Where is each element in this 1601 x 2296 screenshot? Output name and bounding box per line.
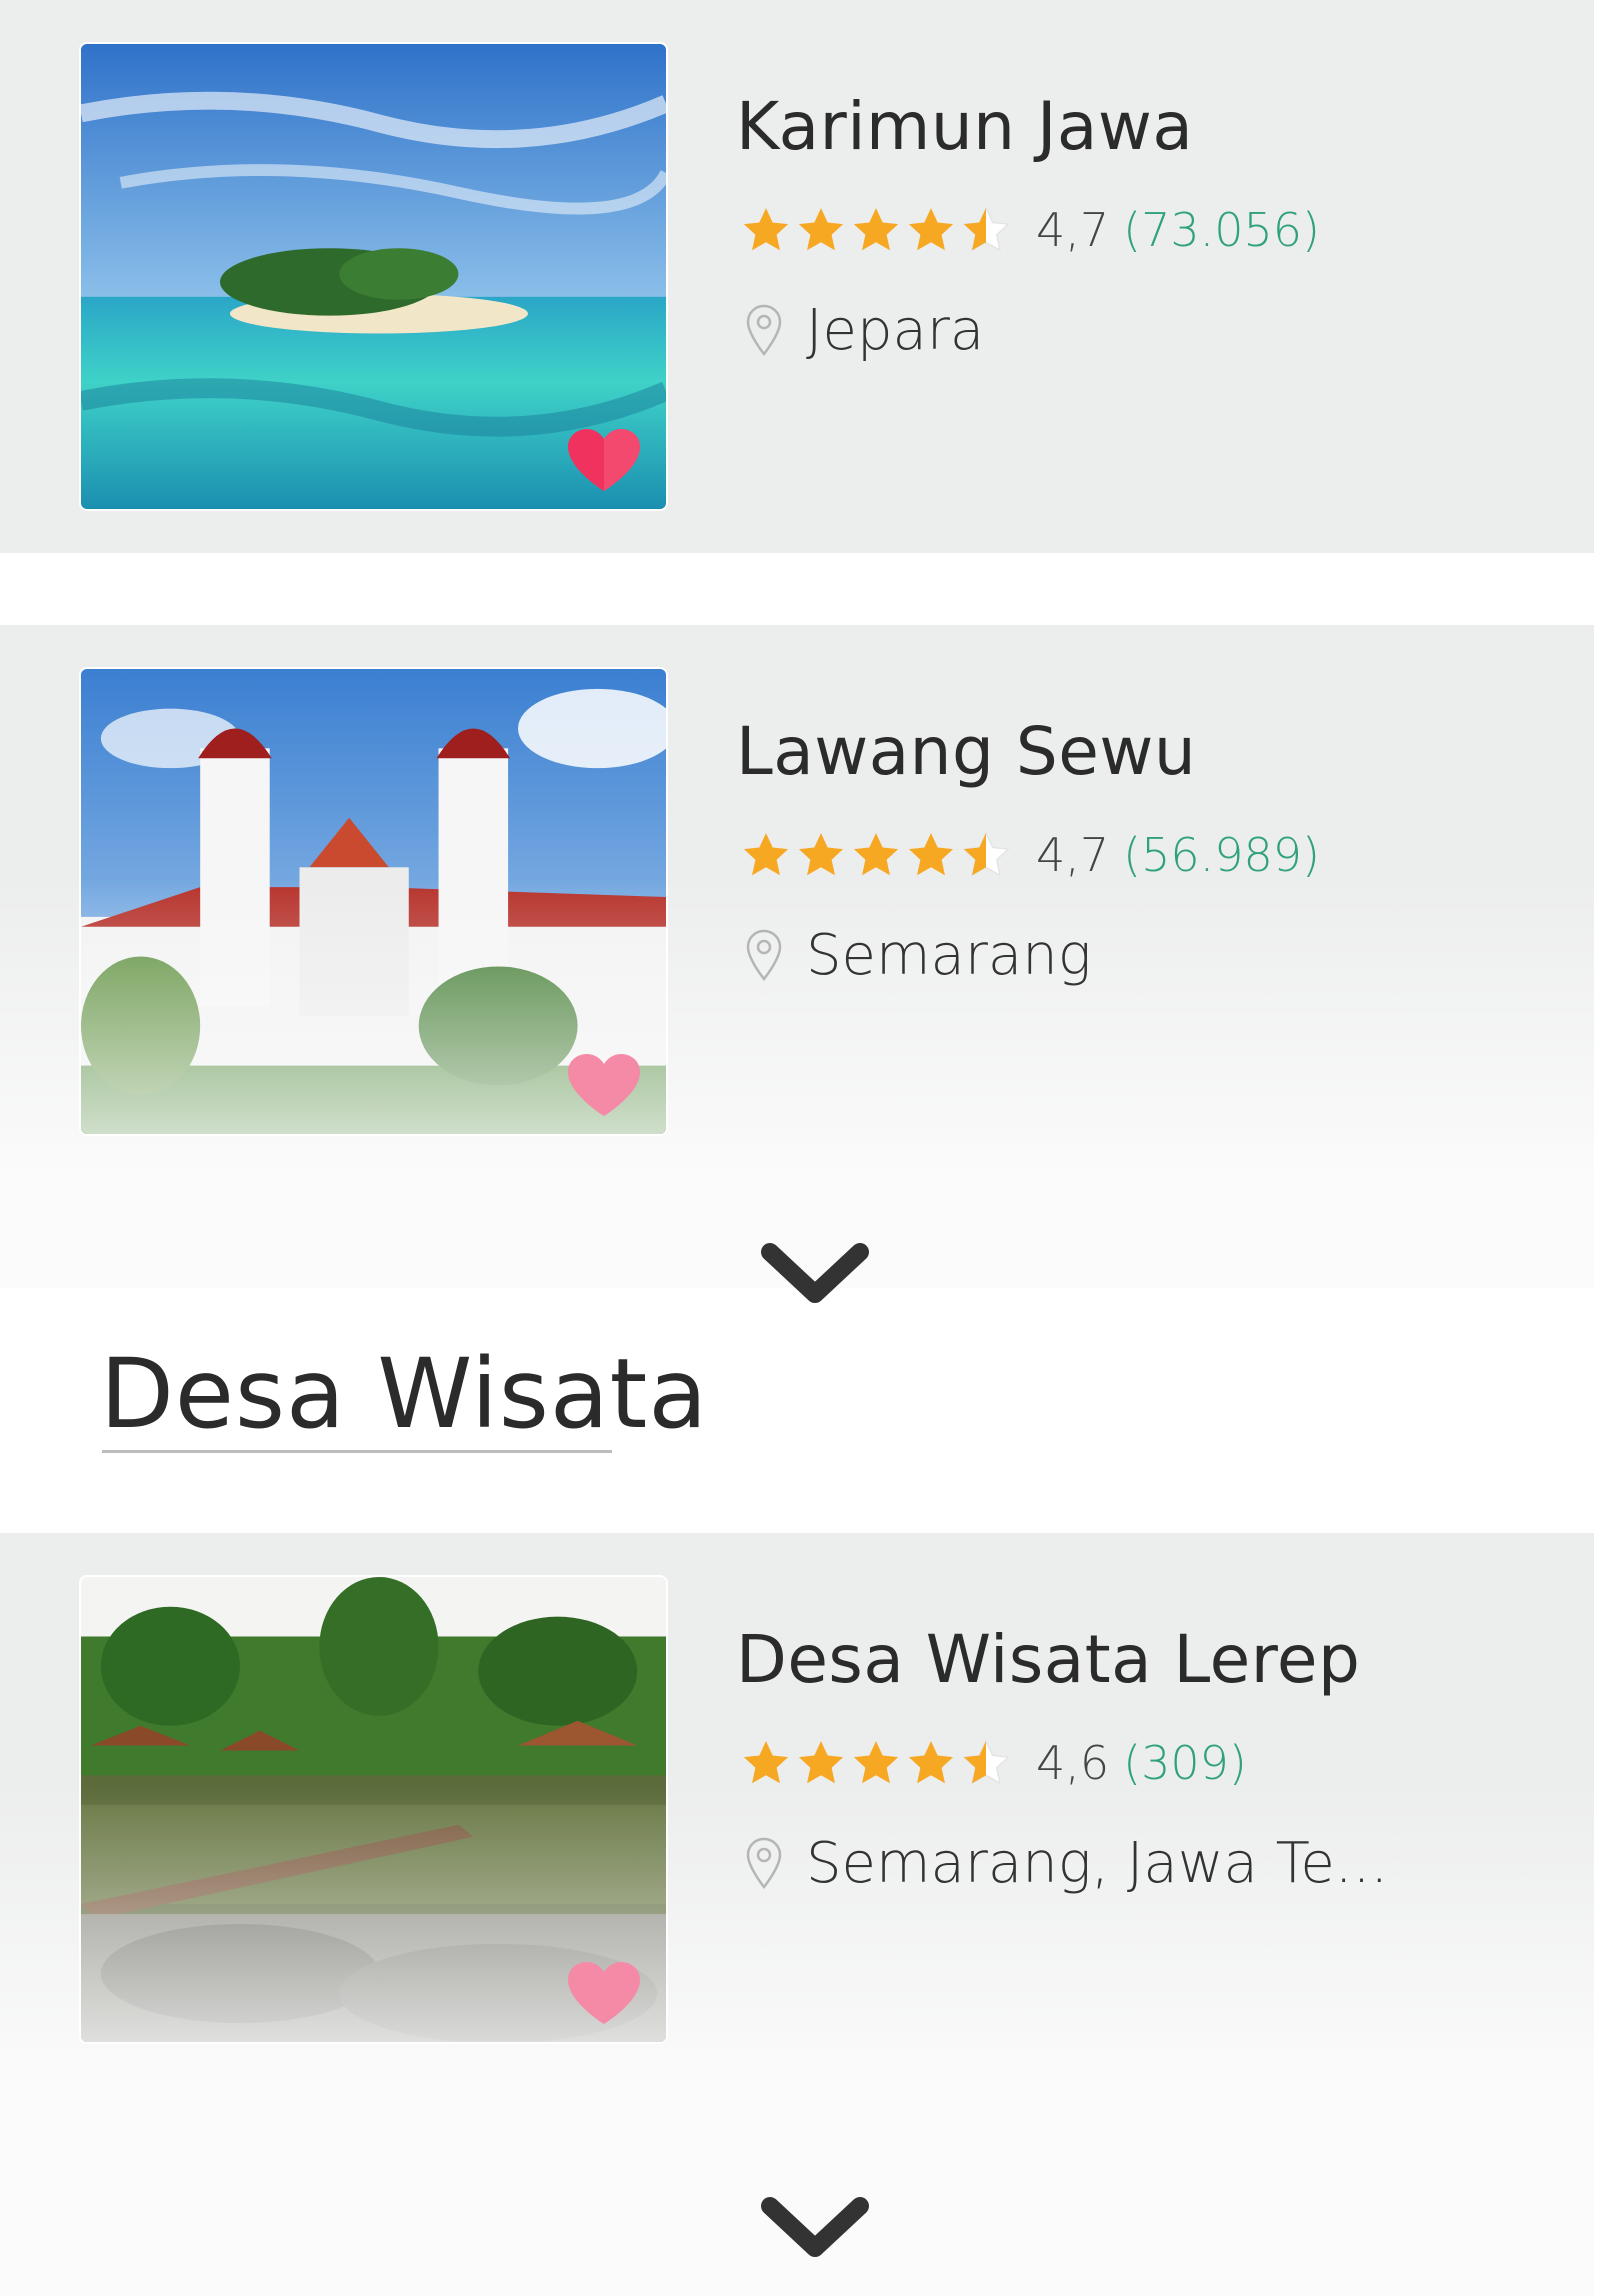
star-icon <box>743 208 789 251</box>
star-icon <box>798 833 844 876</box>
half-star-icon <box>962 831 1010 877</box>
location-pin-icon <box>744 304 784 356</box>
favorite-heart-icon[interactable] <box>566 1960 642 2026</box>
location-row: Semarang <box>744 915 1091 995</box>
place-title[interactable]: Karimun Jawa <box>736 88 1193 165</box>
expand-band <box>0 2086 1594 2296</box>
place-photo[interactable] <box>79 42 668 511</box>
chevron-down-icon <box>761 2197 869 2257</box>
star-icon <box>908 1741 954 1784</box>
location-text: Semarang, Jawa Te... <box>806 1830 1389 1896</box>
favorite-heart-icon[interactable] <box>566 427 642 493</box>
star-icon <box>853 1741 899 1784</box>
place-card-lawang-sewu[interactable]: Lawang Sewu 4,7 (56.989) Semarang <box>0 625 1594 1178</box>
star-icon <box>853 833 899 876</box>
rating-row: 4,7 (73.056) <box>740 200 1320 260</box>
section-title: Desa Wisata <box>100 1338 709 1450</box>
place-title[interactable]: Lawang Sewu <box>736 713 1196 790</box>
review-count[interactable]: (73.056) <box>1123 203 1320 257</box>
star-icon <box>798 1741 844 1784</box>
location-row: Semarang, Jawa Te... <box>744 1823 1388 1903</box>
star-icon <box>853 208 899 251</box>
review-count[interactable]: (56.989) <box>1123 828 1320 882</box>
rating-row: 4,7 (56.989) <box>740 825 1320 885</box>
location-pin-icon <box>744 929 784 981</box>
half-star-icon <box>962 206 1010 252</box>
place-photo[interactable] <box>79 1575 668 2044</box>
place-photo[interactable] <box>79 667 668 1136</box>
expand-more-button[interactable] <box>760 2196 870 2262</box>
location-pin-icon <box>744 1837 784 1889</box>
section-underline <box>102 1450 612 1453</box>
rating-row: 4,6 (309) <box>740 1733 1247 1793</box>
location-text: Jepara <box>806 297 985 363</box>
star-rating <box>740 1738 1012 1788</box>
location-row: Jepara <box>744 290 984 370</box>
star-icon <box>798 208 844 251</box>
star-icon <box>743 1741 789 1784</box>
review-count[interactable]: (309) <box>1123 1736 1247 1790</box>
expand-more-button[interactable] <box>760 1242 870 1308</box>
star-icon <box>743 833 789 876</box>
star-rating <box>740 205 1012 255</box>
star-icon <box>908 208 954 251</box>
favorite-heart-icon[interactable] <box>566 1052 642 1118</box>
location-text: Semarang <box>806 922 1092 988</box>
place-card-karimun-jawa[interactable]: Karimun Jawa 4,7 (73.056) Jepara <box>0 0 1594 553</box>
heart-icon <box>568 429 640 491</box>
place-title[interactable]: Desa Wisata Lerep <box>736 1621 1360 1698</box>
heart-icon <box>568 1962 640 2024</box>
chevron-down-icon <box>761 1243 869 1303</box>
half-star-icon <box>962 1739 1010 1785</box>
star-icon <box>908 833 954 876</box>
place-card-desa-wisata-lerep[interactable]: Desa Wisata Lerep 4,6 (309) Semarang, Ja… <box>0 1533 1594 2086</box>
star-rating <box>740 830 1012 880</box>
rating-value: 4,6 <box>1036 1736 1110 1790</box>
rating-value: 4,7 <box>1036 203 1110 257</box>
heart-icon <box>568 1054 640 1116</box>
rating-value: 4,7 <box>1036 828 1110 882</box>
